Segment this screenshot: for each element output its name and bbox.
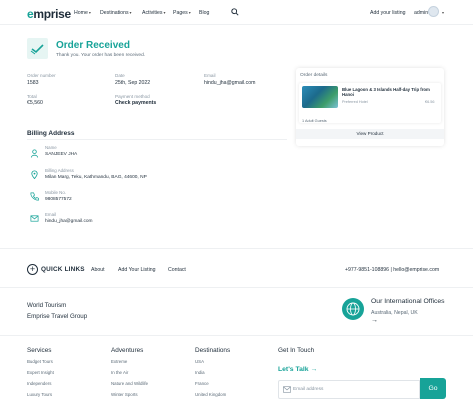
billing-name: SANJEEV JHA [45, 152, 78, 157]
globe-icon [342, 298, 364, 320]
nav-home[interactable]: Home▾ [74, 10, 91, 16]
phone-icon [30, 192, 39, 201]
contact-phone[interactable]: +977-9851-108896 [345, 267, 389, 273]
billing-email: hindu_jha@gmail.com [45, 219, 93, 224]
footer-col-destinations: Destinations [195, 347, 231, 354]
logo[interactable]: emprise [27, 7, 71, 21]
footer-col-adventures: Adventures [111, 347, 144, 354]
footer-link[interactable]: Independers [27, 381, 51, 386]
user-name[interactable]: admin [414, 10, 428, 16]
mail-icon [30, 215, 39, 222]
footer-link[interactable]: France [195, 381, 209, 386]
footer-link-contact[interactable]: Contact [168, 267, 186, 273]
footer-link[interactable]: United Kingdom [195, 392, 226, 397]
page-title: Order Received [56, 40, 130, 51]
page-subtitle: Thank you. Your order has been received. [56, 53, 146, 58]
product-image[interactable] [302, 86, 338, 108]
name-label: Name [45, 145, 57, 150]
contact-info: +977-9851-108896 | hello@emprise.com [345, 267, 439, 273]
footer-col-services: Services [27, 347, 52, 354]
check-icon [27, 38, 48, 59]
footer-link[interactable]: In the Air [111, 370, 128, 375]
footer-link[interactable]: Extreme [111, 359, 127, 364]
footer-link[interactable]: Luxury Tours [27, 392, 52, 397]
payment-method: Check payments [115, 100, 157, 106]
billing-email-label: Email [45, 212, 56, 217]
chevron-down-icon: ▾ [188, 10, 191, 15]
footer-link[interactable]: Expert Insight [27, 370, 54, 375]
arrow-right-icon: → [310, 366, 318, 373]
chevron-down-icon[interactable]: ▾ [442, 10, 444, 15]
address-label: Billing Address [45, 168, 74, 173]
mobile-label: Mobile No. [45, 190, 66, 195]
user-icon [30, 149, 39, 158]
total-label: Total [27, 94, 37, 99]
nav-destinations[interactable]: Destinations▾ [100, 10, 132, 16]
contact-divider: | [390, 267, 392, 273]
billing-address: Milan Marg, Teku, Kathmandu, BAG, 44600,… [45, 175, 147, 180]
contact-email[interactable]: hello@emprise.com [393, 267, 439, 273]
footer-divider-3 [0, 335, 473, 336]
order-number-label: Order number [27, 73, 56, 78]
chevron-down-icon: ▾ [88, 10, 91, 15]
nav-activities[interactable]: Activities▾ [142, 10, 165, 16]
mail-icon [283, 386, 291, 393]
product-name[interactable]: Blue Lagoon & 3 Islands Half-day Trip fr… [342, 87, 437, 98]
header-divider [0, 24, 473, 25]
billing-title: Billing Address [27, 130, 75, 137]
get-in-touch-title: Get In Touch [278, 347, 315, 354]
plus-circle-icon: + [27, 264, 38, 275]
product-guests: 1 Adult Guests [302, 119, 327, 123]
offices-list: Australia, Nepal, UK [371, 310, 418, 316]
location-pin-icon [31, 170, 38, 179]
view-product-button[interactable]: View Product [296, 129, 444, 139]
email-placeholder: Email address [293, 387, 324, 392]
nav-blog[interactable]: Blog [199, 10, 209, 16]
avatar[interactable] [428, 6, 439, 17]
go-button[interactable]: Go [420, 378, 446, 399]
footer-divider-2 [0, 287, 473, 288]
footer-link[interactable]: USA [195, 359, 204, 364]
world-tourism: World Tourism [27, 302, 67, 309]
footer-link[interactable]: Nature and Wildlife [111, 381, 148, 386]
group-name: Emprise Travel Group [27, 313, 88, 320]
chevron-down-icon: ▾ [129, 10, 132, 15]
payment-label: Payment method [115, 94, 150, 99]
offices-title: Our International Offices [371, 298, 445, 305]
email-label: Email [204, 73, 216, 78]
order-number: 1583 [27, 80, 39, 86]
order-email: hindu_jha@gmail.com [204, 80, 256, 86]
search-icon[interactable] [231, 8, 239, 16]
footer-divider [0, 248, 473, 249]
date-label: Date [115, 73, 125, 78]
order-total: €5,560 [27, 100, 43, 106]
product-subtitle: Preferred Hotel [342, 100, 368, 104]
order-details-title: Order details [300, 73, 328, 78]
product-price: €6.56 [425, 100, 435, 104]
footer-link-add-listing[interactable]: Add Your Listing [118, 267, 156, 273]
order-date: 25th, Sep 2022 [115, 80, 151, 86]
chevron-down-icon: ▾ [163, 10, 166, 15]
quick-links-title: QUICK LINKS [41, 266, 85, 273]
footer-link[interactable]: Winter Sports [111, 392, 138, 397]
billing-mobile: 9808577572 [45, 197, 72, 202]
footer-link[interactable]: India [195, 370, 205, 375]
add-listing-link[interactable]: Add your listing [370, 10, 405, 16]
arrow-right-icon[interactable]: → [371, 317, 378, 324]
lets-talk-link[interactable]: Let's Talk → [278, 366, 317, 373]
billing-divider [27, 139, 287, 140]
footer-link[interactable]: Budget Tours [27, 359, 53, 364]
nav-pages[interactable]: Pages▾ [173, 10, 191, 16]
footer-link-about[interactable]: About [91, 267, 105, 273]
